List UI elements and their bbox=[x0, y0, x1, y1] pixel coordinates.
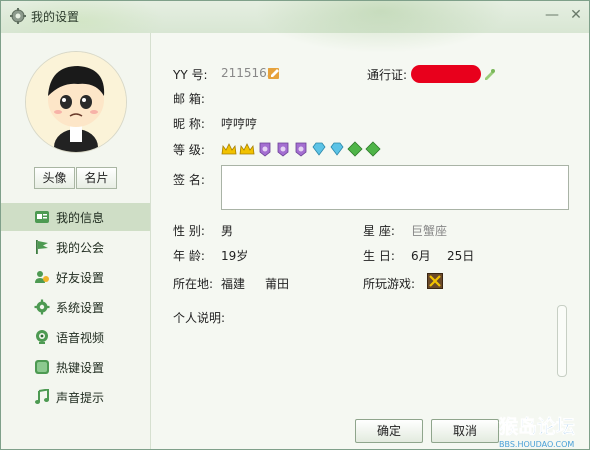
sidebar-item-label: 系统设置 bbox=[56, 301, 105, 315]
music-note-icon bbox=[35, 389, 49, 404]
location-province: 福建 bbox=[221, 277, 246, 291]
sidebar: 头像 名片 我的信息 我的公会 好友设置 系统设置 语音视频 热键设置 声音提示 bbox=[1, 33, 151, 449]
sidebar-item-friend-settings[interactable]: 好友设置 bbox=[1, 263, 150, 291]
age-value: 19岁 bbox=[221, 249, 249, 263]
blue-diamond-icon bbox=[312, 142, 326, 156]
redacted-passport bbox=[411, 65, 481, 83]
minimize-button[interactable]: — bbox=[541, 5, 563, 25]
ok-button[interactable]: 确定 bbox=[355, 419, 423, 443]
email-label: 邮 箱: bbox=[173, 92, 205, 106]
game-icon[interactable] bbox=[427, 273, 443, 289]
sidebar-item-my-guild[interactable]: 我的公会 bbox=[1, 233, 150, 261]
sidebar-item-label: 语音视频 bbox=[56, 331, 105, 345]
bio-label: 个人说明: bbox=[173, 311, 226, 325]
webcam-icon bbox=[36, 330, 48, 344]
close-button[interactable]: ✕ bbox=[565, 5, 587, 25]
card-tab-button[interactable]: 名片 bbox=[76, 167, 117, 189]
nickname-value: 哼哼哼 bbox=[221, 117, 258, 131]
sidebar-item-label: 好友设置 bbox=[56, 271, 105, 285]
green-leaf-icon bbox=[347, 141, 363, 157]
nickname-label: 昵 称: bbox=[173, 117, 205, 131]
sidebar-item-label: 我的信息 bbox=[56, 211, 105, 225]
avatar-tab-button[interactable]: 头像 bbox=[34, 167, 75, 189]
gear-icon bbox=[34, 299, 50, 315]
flag-icon bbox=[36, 240, 48, 254]
title-bar[interactable]: 我的设置 — ✕ bbox=[1, 1, 589, 91]
purple-medal-icon bbox=[295, 142, 307, 157]
svg-text:猴岛论坛: 猴岛论坛 bbox=[499, 415, 575, 438]
sidebar-item-hotkey-settings[interactable]: 热键设置 bbox=[1, 353, 150, 381]
purple-medal-icon bbox=[277, 142, 289, 157]
location-city: 莆田 bbox=[265, 277, 290, 291]
houdao-watermark: 猴岛论坛 BBS.HOUDAO.COM bbox=[497, 411, 589, 449]
purple-medal-icon bbox=[259, 142, 271, 157]
watermark-logo: 猴岛论坛 BBS.HOUDAO.COM bbox=[499, 415, 576, 449]
location-label: 所在地: bbox=[173, 277, 214, 291]
bio-scrollbar[interactable] bbox=[557, 305, 567, 377]
level-label: 等 级: bbox=[173, 143, 205, 157]
passport-label: 通行证: bbox=[367, 68, 408, 82]
sidebar-item-sound-alerts[interactable]: 声音提示 bbox=[1, 383, 150, 411]
zodiac-value: 巨蟹座 bbox=[411, 224, 448, 238]
birthday-label: 生 日: bbox=[363, 249, 395, 263]
sidebar-item-label: 我的公会 bbox=[56, 241, 105, 255]
birthday-month: 6月 bbox=[411, 249, 431, 263]
signature-input[interactable] bbox=[221, 165, 569, 210]
gear-icon bbox=[10, 8, 26, 24]
yy-number-label: YY 号: bbox=[173, 68, 208, 82]
settings-window: 我的设置 — ✕ 头像 名片 我的信息 我的公会 好友设置 系统设置 语音视频 … bbox=[0, 0, 590, 450]
sidebar-item-system-settings[interactable]: 系统设置 bbox=[1, 293, 150, 321]
sidebar-item-label: 热键设置 bbox=[56, 361, 105, 375]
friends-icon bbox=[35, 271, 49, 283]
cancel-button[interactable]: 取消 bbox=[431, 419, 499, 443]
birthday-day: 25日 bbox=[447, 249, 475, 263]
hotkey-icon bbox=[35, 360, 49, 374]
sidebar-item-label: 声音提示 bbox=[56, 391, 105, 405]
age-label: 年 龄: bbox=[173, 249, 205, 263]
games-label: 所玩游戏: bbox=[363, 277, 416, 291]
id-card-icon bbox=[35, 211, 49, 223]
signature-label: 签 名: bbox=[173, 173, 205, 187]
my-info-panel: YY 号: 2115163 通行证: 邮 箱: 昵 称: 哼哼哼 等 级: 签 … bbox=[151, 33, 589, 449]
gender-label: 性 别: bbox=[173, 224, 205, 238]
avatar-image bbox=[26, 52, 126, 152]
sidebar-item-my-info[interactable]: 我的信息 bbox=[1, 203, 150, 231]
zodiac-label: 星 座: bbox=[363, 224, 395, 238]
sidebar-item-voice-video[interactable]: 语音视频 bbox=[1, 323, 150, 351]
edit-icon[interactable] bbox=[267, 66, 281, 80]
edit-pencil-icon[interactable] bbox=[483, 67, 497, 81]
gender-value: 男 bbox=[221, 224, 234, 238]
avatar[interactable] bbox=[25, 51, 127, 153]
svg-text:BBS.HOUDAO.COM: BBS.HOUDAO.COM bbox=[499, 440, 574, 449]
window-title: 我的设置 bbox=[31, 10, 80, 24]
crown-icon bbox=[221, 143, 237, 155]
green-leaf-icon bbox=[365, 141, 381, 157]
crown-icon bbox=[239, 143, 255, 155]
blue-diamond-icon bbox=[330, 142, 344, 156]
